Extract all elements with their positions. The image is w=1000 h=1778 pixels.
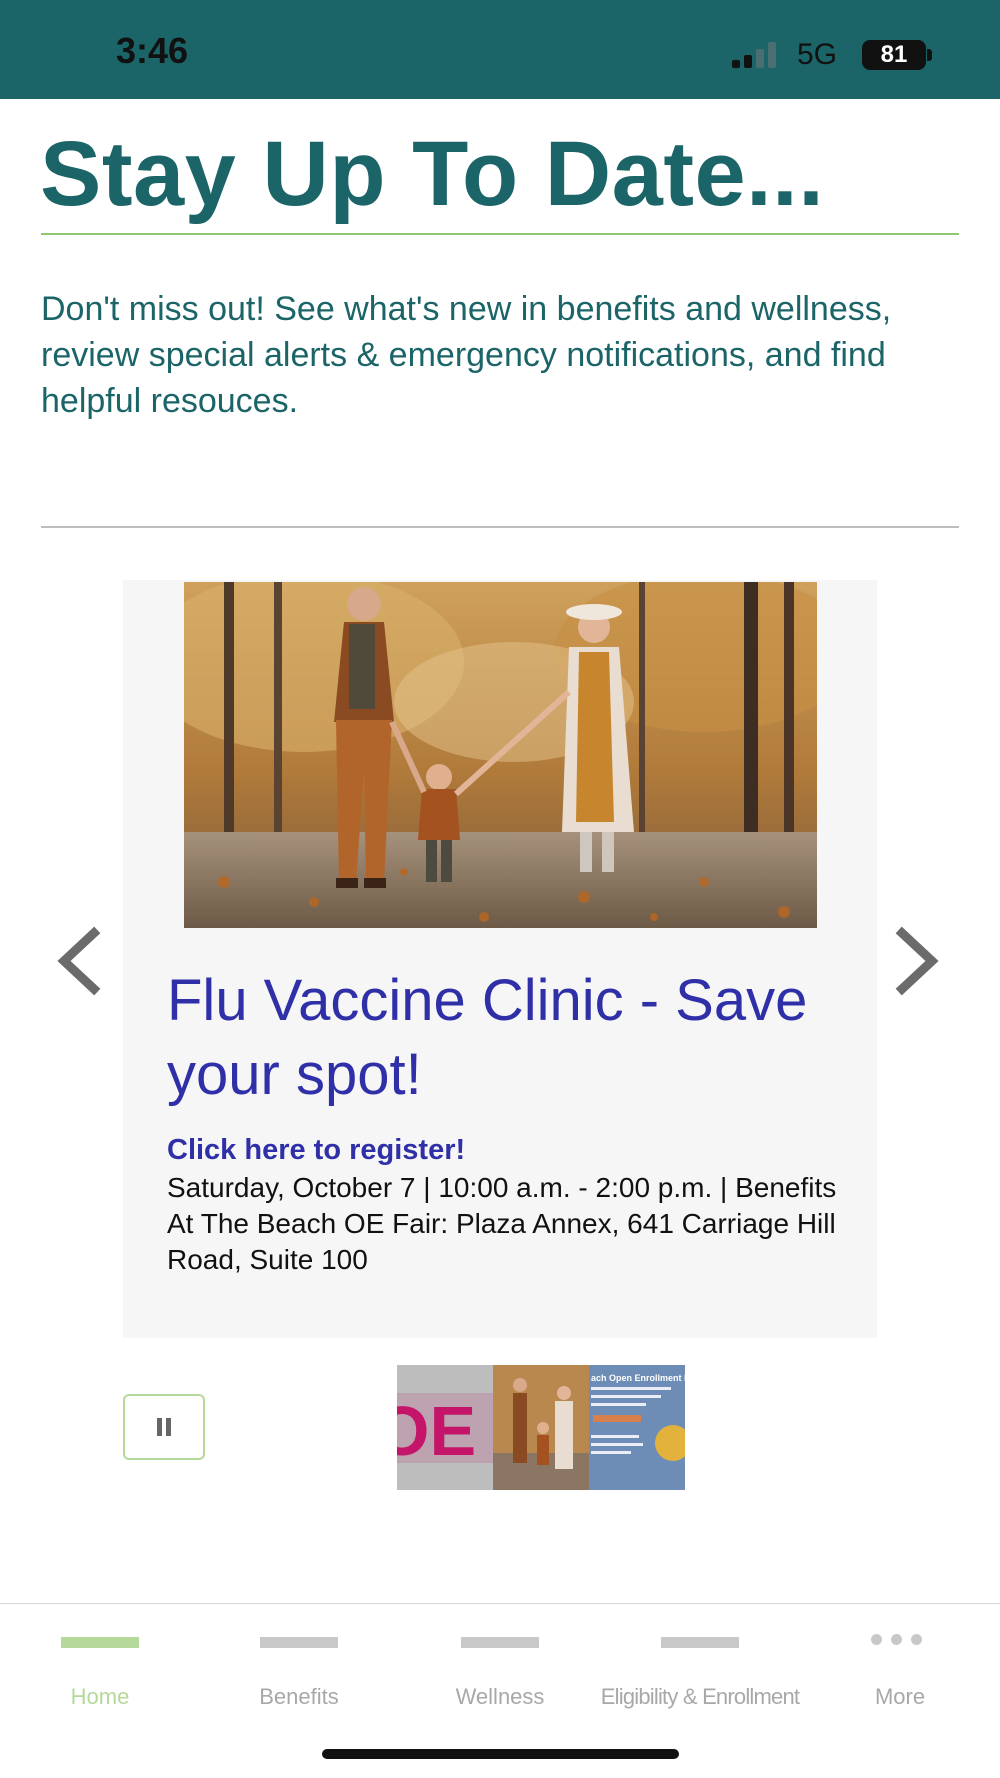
tab-label-benefits: Benefits <box>259 1684 339 1709</box>
tab-benefits[interactable]: Benefits <box>199 1604 399 1724</box>
tab-indicator <box>260 1637 338 1648</box>
intro-text: Don't miss out! See what's new in benefi… <box>41 290 892 420</box>
battery-icon: 81 <box>862 40 926 70</box>
thumbnail-title: ach Open Enrollment Fair <box>591 1373 685 1383</box>
tab-wellness[interactable]: Wellness <box>400 1604 600 1724</box>
chevron-left-icon <box>57 926 101 996</box>
section-divider <box>41 526 959 528</box>
thumbnail-line <box>591 1443 643 1446</box>
pause-button[interactable] <box>123 1394 205 1460</box>
thumbnail-line <box>591 1395 661 1398</box>
register-link[interactable]: Click here to register! <box>167 1134 465 1167</box>
carousel-thumbnails: OE ach Open Enrollment Fair <box>397 1365 685 1490</box>
tab-label-more: More <box>874 1684 926 1709</box>
thumbnail-button <box>593 1415 641 1422</box>
status-bar: 3:46 5G 81 <box>0 0 1000 99</box>
thumbnail-graphic <box>655 1425 685 1461</box>
carousel-slide[interactable]: Flu Vaccine Clinic - Save your spot! Cli… <box>123 580 877 1338</box>
oe-logo-text: OE <box>397 1392 477 1470</box>
tab-label-eligibility-enrollment: Eligibility & Enrollment <box>600 1684 800 1709</box>
oe-logo-thumbnail[interactable]: OE <box>397 1365 493 1490</box>
tab-indicator <box>61 1637 139 1648</box>
status-time: 3:46 <box>116 30 189 71</box>
page-title: Stay Up To Date... <box>40 123 825 225</box>
pause-icon-bar <box>166 1418 171 1436</box>
battery-cap <box>927 49 932 61</box>
signal-strength-icon <box>732 42 782 68</box>
carousel-next-button[interactable] <box>888 925 948 997</box>
family-autumn-walk-thumbnail[interactable] <box>493 1365 589 1490</box>
tab-eligibility-enrollment[interactable]: Eligibility & Enrollment <box>600 1604 800 1724</box>
tab-label-wellness: Wellness <box>455 1684 545 1709</box>
tab-home[interactable]: Home <box>0 1604 200 1724</box>
tab-more[interactable]: More <box>800 1604 1000 1724</box>
tab-indicator <box>661 1637 739 1648</box>
title-divider <box>41 233 959 235</box>
network-type: 5G <box>797 38 838 71</box>
home-indicator <box>322 1749 679 1759</box>
pause-icon <box>157 1418 162 1436</box>
thumbnail-line <box>591 1387 671 1390</box>
tab-indicator <box>461 1637 539 1648</box>
open-enrollment-fair-thumbnail[interactable]: ach Open Enrollment Fair <box>589 1365 685 1490</box>
chevron-right-icon <box>895 926 939 996</box>
thumbnail-line <box>591 1403 646 1406</box>
thumbnail-line <box>591 1451 631 1454</box>
slide-details: Saturday, October 7 | 10:00 a.m. - 2:00 … <box>167 1172 837 1275</box>
thumbnail-line <box>591 1435 639 1438</box>
family-autumn-walk-photo <box>184 582 817 928</box>
more-dots-icon <box>871 1634 931 1648</box>
tab-label-home: Home <box>70 1684 130 1709</box>
carousel-prev-button[interactable] <box>52 925 112 997</box>
slide-title: Flu Vaccine Clinic - Save your spot! <box>167 968 808 1107</box>
